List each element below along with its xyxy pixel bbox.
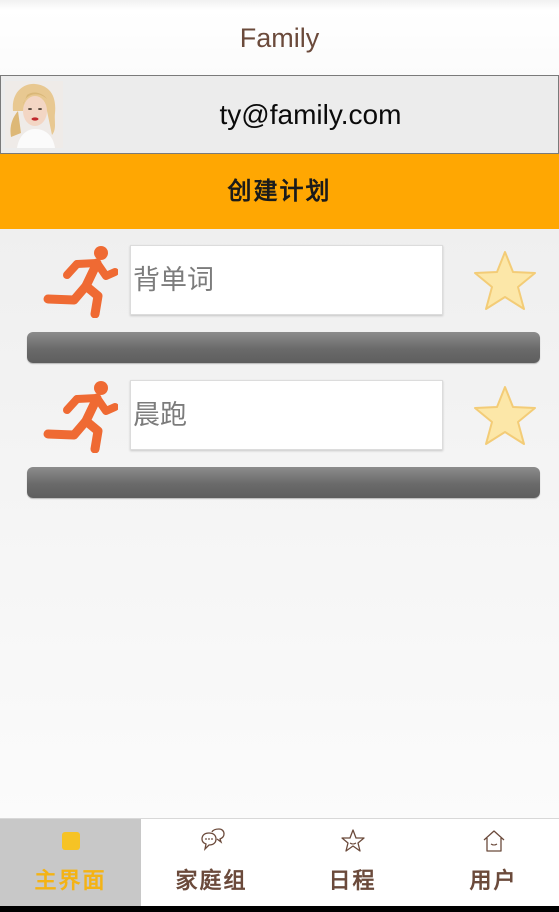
house-outline-icon	[483, 830, 504, 852]
plan-progress-bar	[27, 467, 540, 498]
star-outline-icon	[340, 829, 365, 852]
tab-family-group[interactable]: 家庭组	[141, 819, 282, 907]
create-plan-button[interactable]: 创建计划	[0, 154, 559, 229]
app-title: Family	[239, 23, 320, 53]
user-bar[interactable]: ty@family.com	[0, 75, 559, 154]
chat-bubbles-icon	[200, 828, 225, 851]
avatar[interactable]	[5, 81, 63, 148]
tab-schedule[interactable]: 日程	[282, 819, 423, 907]
plan-item[interactable]: 晨跑	[0, 364, 559, 499]
running-person-icon	[43, 381, 118, 453]
tab-home[interactable]: 主界面	[0, 819, 141, 907]
star-icon[interactable]	[472, 384, 538, 448]
tab-label: 家庭组	[175, 869, 248, 894]
tab-label: 主界面	[34, 869, 107, 894]
plan-item[interactable]: 背单词	[0, 229, 559, 364]
user-email: ty@family.com	[219, 99, 402, 130]
running-person-icon	[43, 246, 118, 318]
plan-name-field[interactable]: 晨跑	[130, 380, 443, 450]
app-header: Family	[0, 0, 559, 75]
plan-progress-bar	[27, 332, 540, 363]
bottom-tab-bar: 主界面 家庭组 日程 用户	[0, 818, 559, 907]
tab-label: 日程	[328, 869, 377, 894]
home-square-icon	[61, 832, 80, 850]
star-icon[interactable]	[472, 249, 538, 313]
tab-label: 用户	[469, 869, 518, 894]
system-nav-bar	[0, 906, 559, 912]
plan-list: 背单词 晨跑	[0, 229, 559, 818]
tab-user[interactable]: 用户	[423, 819, 559, 907]
plan-name-field[interactable]: 背单词	[130, 245, 443, 315]
